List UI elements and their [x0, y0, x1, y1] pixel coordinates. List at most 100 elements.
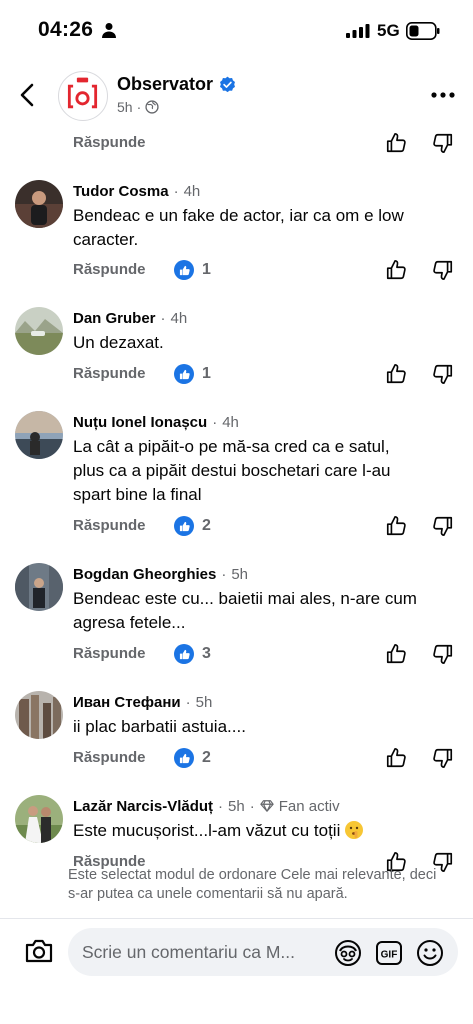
reply-button[interactable]: Răspunde [73, 749, 146, 766]
commenter-name[interactable]: Bogdan Gheorghies [73, 566, 216, 583]
comment-actions: Răspunde 3 [0, 639, 473, 669]
comment-text: La cât a pipăit-o pe mă-sa cred ca e sat… [73, 437, 391, 504]
comment-time: 4h [222, 413, 239, 431]
comment-composer: Scrie un comentariu ca M... GIF [0, 918, 473, 1024]
like-count[interactable]: 1 [174, 260, 211, 280]
like-icon [174, 516, 194, 536]
comment-text: ii plac barbatii astuia.... [73, 717, 246, 736]
avatar[interactable] [15, 307, 63, 355]
comment-item: Bogdan Gheorghies · 5h Bendeac este cu..… [0, 563, 473, 669]
thumb-up-icon[interactable] [385, 363, 407, 385]
svg-text:GIF: GIF [381, 950, 398, 961]
like-icon [174, 748, 194, 768]
comment-time: 5h [228, 797, 245, 815]
thumb-up-icon[interactable] [385, 515, 407, 537]
avatar[interactable] [15, 180, 63, 228]
avatar[interactable] [15, 795, 63, 843]
fan-badge: Fan activ [278, 797, 340, 815]
commenter-name[interactable]: Dan Gruber [73, 310, 156, 327]
thumb-down-icon[interactable] [432, 132, 454, 154]
diamond-icon [260, 800, 274, 812]
comment-text: Un dezaxat. [73, 333, 164, 352]
reply-button[interactable]: Răspunde [73, 645, 146, 662]
avatar-photo [15, 563, 63, 611]
comment-item: Иван Стефани · 5h ii plac barbatii astui… [0, 691, 473, 773]
thumb-down-icon[interactable] [432, 363, 454, 385]
avatar-photo [15, 307, 63, 355]
comment-list: Răspunde Tudor Cosma · 4h Bendeac e un f… [0, 128, 473, 877]
like-count[interactable]: 3 [174, 644, 211, 664]
comment-actions: Răspunde 2 [0, 511, 473, 541]
more-icon[interactable] [431, 92, 455, 98]
post-meta: 5h · [117, 99, 159, 115]
comment-text: Bendeac e un fake de actor, iar ca om e … [73, 206, 404, 249]
comment-item: Nuțu Ionel Ionașcu · 4h La cât a pipăit-… [0, 411, 473, 541]
thumb-down-icon[interactable] [432, 643, 454, 665]
globe-icon [145, 100, 159, 114]
thumb-up-icon[interactable] [385, 643, 407, 665]
observator-logo [67, 77, 98, 109]
avatar-photo [15, 691, 63, 739]
comment-placeholder: Scrie un comentariu ca M... [82, 942, 295, 962]
avatar-photo [15, 795, 63, 843]
person-icon [102, 23, 116, 38]
back-arrow-icon[interactable] [16, 82, 40, 108]
shushing-face-icon [345, 821, 364, 839]
thumb-up-icon[interactable] [385, 132, 407, 154]
comment-actions: Răspunde 2 [0, 743, 473, 773]
comment-item: Tudor Cosma · 4h Bendeac e un fake de ac… [0, 180, 473, 285]
commenter-name[interactable]: Иван Стефани [73, 694, 181, 711]
comment-text: Bendeac este cu... baietii mai ales, n-a… [73, 589, 417, 632]
avatar[interactable] [15, 563, 63, 611]
post-time: 5h [117, 99, 133, 115]
status-time: 04:26 [38, 18, 94, 41]
reply-button[interactable]: Răspunde [73, 261, 146, 278]
thumb-down-icon[interactable] [432, 515, 454, 537]
like-count[interactable]: 1 [174, 364, 211, 384]
like-icon [174, 260, 194, 280]
avatar-photo [15, 180, 63, 228]
post-header: Observator 5h · [0, 62, 473, 128]
page-avatar[interactable] [58, 71, 108, 121]
network-label: 5G [377, 21, 400, 40]
reply-button[interactable]: Răspunde [73, 365, 146, 382]
avatar[interactable] [15, 691, 63, 739]
meta-separator: · [136, 99, 142, 115]
like-count[interactable]: 2 [174, 516, 211, 536]
battery-icon [406, 22, 440, 40]
comment-time: 5h [195, 693, 213, 711]
like-icon [174, 364, 194, 384]
reply-button[interactable]: Răspunde [73, 134, 146, 151]
comment-actions: Răspunde 1 [0, 255, 473, 285]
sort-notice: Este selectat modul de ordonare Cele mai… [68, 867, 437, 902]
signal-icon [346, 24, 370, 38]
comment-actions: Răspunde 1 [0, 359, 473, 389]
avatar[interactable] [15, 411, 63, 459]
commenter-name[interactable]: Nuțu Ionel Ionașcu [73, 414, 207, 431]
status-bar: 04:26 5G [0, 0, 473, 60]
camera-icon[interactable] [24, 937, 54, 965]
comment-time: 5h [231, 565, 249, 583]
gif-icon[interactable]: GIF [375, 939, 403, 967]
commenter-name[interactable]: Tudor Cosma [73, 183, 169, 200]
comment-time: 4h [183, 182, 201, 200]
avatar-photo [15, 411, 63, 459]
commenter-name[interactable]: Lazăr Narcis-Vlăduț [73, 798, 213, 815]
page-name[interactable]: Observator [117, 74, 213, 95]
reply-button[interactable]: Răspunde [73, 517, 146, 534]
comment-item: Lazăr Narcis-Vlăduț · 5h · Fan activ Est… [0, 795, 473, 877]
comment-input[interactable]: Scrie un comentariu ca M... GIF [68, 928, 458, 976]
comment-text: Este mucușorist...l-am văzut cu toții [0, 819, 473, 843]
avatar-sticker-icon[interactable] [334, 939, 362, 967]
comment-actions: Răspunde [0, 128, 473, 158]
thumb-up-icon[interactable] [385, 259, 407, 281]
comment-time: 4h [170, 309, 188, 327]
thumb-down-icon[interactable] [432, 747, 454, 769]
thumb-up-icon[interactable] [385, 747, 407, 769]
comment-item: Dan Gruber · 4h Un dezaxat. Răspunde 1 [0, 307, 473, 389]
emoji-icon[interactable] [416, 939, 444, 967]
verified-icon [220, 76, 236, 93]
thumb-down-icon[interactable] [432, 259, 454, 281]
like-icon [174, 644, 194, 664]
like-count[interactable]: 2 [174, 748, 211, 768]
